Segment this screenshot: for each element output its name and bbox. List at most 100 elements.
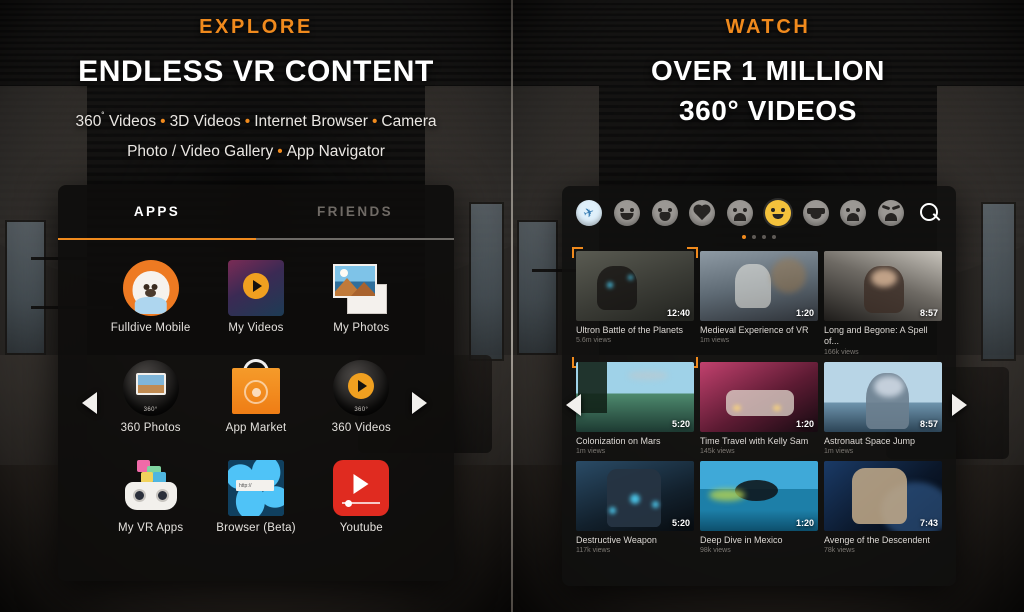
- heart-filter-icon[interactable]: [689, 200, 715, 226]
- app-tile-my-videos[interactable]: My Videos: [206, 254, 306, 354]
- video-card[interactable]: 7:43 Avenge of the Descendent 78k views: [824, 461, 942, 554]
- 360-tag: 360°: [144, 407, 158, 413]
- video-thumbnail: 1:20: [700, 251, 818, 321]
- video-play-icon: [228, 260, 284, 316]
- explore-kicker: EXPLORE: [0, 16, 512, 39]
- app-tile-app-market[interactable]: App Market: [206, 354, 306, 454]
- pane-divider: [511, 0, 513, 612]
- video-card[interactable]: 8:57 Astronaut Space Jump 1m views: [824, 362, 942, 455]
- crying-filter-icon[interactable]: [840, 200, 866, 226]
- video-card[interactable]: 8:57 Long and Begone: A Spell of... 166k…: [824, 251, 942, 356]
- watch-kicker: WATCH: [512, 16, 1024, 39]
- progress-knob: [345, 500, 352, 507]
- goggle-lens: [156, 489, 169, 502]
- vr-promo-screenshot: EXPLORE ENDLESS VR CONTENT 360˚ Videos • 3…: [0, 0, 1024, 612]
- tab-apps[interactable]: APPS: [58, 185, 256, 238]
- tab-friends[interactable]: FRIENDS: [256, 185, 454, 238]
- page-dot[interactable]: [762, 235, 766, 239]
- video-duration: 5:20: [672, 518, 690, 528]
- apps-next-arrow[interactable]: [412, 392, 427, 414]
- app-tile-my-photos[interactable]: My Photos: [311, 254, 411, 354]
- videos-prev-arrow[interactable]: [566, 394, 581, 416]
- video-card[interactable]: 5:20 Colonization on Mars 1m views: [576, 362, 694, 455]
- app-tile-360-photos[interactable]: 360° 360 Photos: [101, 354, 201, 454]
- app-tile-fulldive-mobile[interactable]: Fulldive Mobile: [101, 254, 201, 354]
- video-card[interactable]: 12:40 Ultron Battle of the Planets 5.6m …: [576, 251, 694, 356]
- feature-360videos: 360˚ Videos: [75, 113, 156, 130]
- smiling-open-filter-icon[interactable]: [652, 200, 678, 226]
- apps-prev-arrow[interactable]: [82, 392, 97, 414]
- feature-3dvideos: 3D Videos: [170, 113, 241, 130]
- bullet-dot: •: [273, 143, 286, 160]
- bag-body: [232, 368, 280, 414]
- video-thumbnail: 12:40: [576, 251, 694, 321]
- bullet-dot: •: [368, 113, 381, 130]
- video-card[interactable]: 1:20 Deep Dive in Mexico 98k views: [700, 461, 818, 554]
- fulldive-mascot-icon: [123, 260, 179, 316]
- app-label: My Photos: [311, 322, 411, 334]
- 360-tag: 360°: [354, 407, 368, 413]
- video-duration: 7:43: [920, 518, 938, 528]
- page-dot[interactable]: [752, 235, 756, 239]
- video-thumbnail: 1:20: [700, 461, 818, 531]
- page-dot[interactable]: [772, 235, 776, 239]
- sphere-play-icon: 360°: [333, 360, 389, 416]
- video-title: Time Travel with Kelly Sam: [700, 436, 818, 447]
- photo-image: [335, 266, 375, 296]
- app-tile-youtube[interactable]: Youtube: [311, 454, 411, 554]
- video-grid: 12:40 Ultron Battle of the Planets 5.6m …: [562, 239, 956, 564]
- app-label: Youtube: [311, 522, 411, 534]
- video-card[interactable]: 1:20 Medieval Experience of VR 1m views: [700, 251, 818, 356]
- shopping-bag-icon: [228, 360, 284, 416]
- video-duration: 1:20: [796, 308, 814, 318]
- video-thumbnail: 8:57: [824, 251, 942, 321]
- happy-yellow-filter-icon[interactable]: [765, 200, 791, 226]
- feature-navigator: App Navigator: [287, 143, 385, 160]
- videos-next-arrow[interactable]: [952, 394, 967, 416]
- url-bar: http://: [236, 480, 274, 491]
- mascot-bib: [134, 297, 166, 314]
- laughing-filter-icon[interactable]: [614, 200, 640, 226]
- video-title: Avenge of the Descendent: [824, 535, 942, 546]
- video-thumbnail: 8:57: [824, 362, 942, 432]
- page-dot[interactable]: [742, 235, 746, 239]
- video-views: 1m views: [576, 448, 694, 455]
- apps-panel: APPS FRIENDS Fulldive Mobile My Videos M…: [58, 185, 454, 581]
- sad-filter-icon[interactable]: [727, 200, 753, 226]
- feature-camera: Camera: [381, 113, 436, 130]
- vr-goggles-icon: [123, 460, 179, 516]
- degree-symbol: ˚: [101, 112, 104, 123]
- play-triangle: [354, 474, 369, 494]
- angry-filter-icon[interactable]: [878, 200, 904, 226]
- goggle-lens: [133, 489, 146, 502]
- play-button-glyph: [243, 273, 269, 299]
- video-thumbnail: 7:43: [824, 461, 942, 531]
- app-tile-browser-beta[interactable]: http:// Browser (Beta): [206, 454, 306, 554]
- rocket-filter-icon[interactable]: [576, 200, 602, 226]
- app-tile-360-videos[interactable]: 360° 360 Videos: [311, 354, 411, 454]
- video-card[interactable]: 1:20 Time Travel with Kelly Sam 145k vie…: [700, 362, 818, 455]
- video-thumbnail: 5:20: [576, 362, 694, 432]
- search-icon[interactable]: [916, 200, 942, 226]
- videos-panel: 12:40 Ultron Battle of the Planets 5.6m …: [562, 186, 956, 586]
- youtube-icon: [333, 460, 389, 516]
- feature-gallery: Photo / Video Gallery: [127, 143, 273, 160]
- goggles-body: [125, 482, 177, 510]
- cool-sunglasses-filter-icon[interactable]: [803, 200, 829, 226]
- app-label: 360 Photos: [101, 422, 201, 434]
- video-duration: 12:40: [667, 308, 690, 318]
- video-duration: 1:20: [796, 518, 814, 528]
- right-heading-block: WATCH OVER 1 MILLION 360° VIDEOS: [512, 16, 1024, 127]
- app-tile-my-vr-apps[interactable]: My VR Apps: [101, 454, 201, 554]
- video-views: 78k views: [824, 547, 942, 554]
- app-label: My VR Apps: [101, 522, 201, 534]
- video-views: 1m views: [824, 448, 942, 455]
- left-heading-block: EXPLORE ENDLESS VR CONTENT 360˚ Videos • 3…: [0, 16, 512, 167]
- video-title: Astronaut Space Jump: [824, 436, 942, 447]
- video-views: 145k views: [700, 448, 818, 455]
- video-views: 98k views: [700, 547, 818, 554]
- sphere-photo-icon: 360°: [123, 360, 179, 416]
- app-label: Fulldive Mobile: [101, 322, 201, 334]
- mountain-shape: [351, 282, 375, 296]
- video-card[interactable]: 5:20 Destructive Weapon 117k views: [576, 461, 694, 554]
